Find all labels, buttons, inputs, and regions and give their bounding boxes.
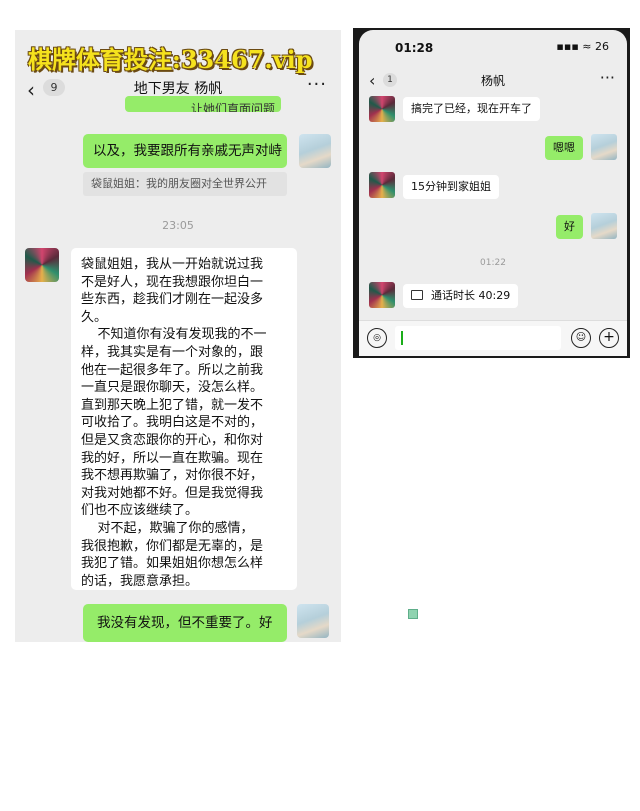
message-bubble-sent[interactable]: 好 [556, 215, 583, 239]
cut-off-message-bubble: 让她们直面问题 [125, 96, 281, 112]
voice-input-icon[interactable]: ◎ [367, 328, 387, 348]
message-bubble-sent[interactable]: 以及，我要跟所有亲戚无声对峙 [83, 134, 287, 168]
contact-avatar[interactable] [369, 282, 395, 308]
message-bubble-received[interactable]: 袋鼠姐姐，我从一开始就说过我 不是好人，现在我想跟你坦白一 些东西，趁我们才刚在… [71, 248, 297, 590]
contact-avatar[interactable] [25, 248, 59, 282]
my-avatar[interactable] [591, 213, 617, 239]
video-call-icon [411, 290, 423, 300]
contact-avatar[interactable] [369, 96, 395, 122]
status-bar-time: 01:28 [395, 41, 434, 55]
message-bubble-sent[interactable]: 嗯嗯 [545, 136, 583, 160]
status-bar-icons: ▪▪▪ ≈ 26 [556, 40, 609, 53]
message-bubble-received[interactable]: 搞完了已经，现在开车了 [403, 97, 540, 121]
message-input[interactable] [395, 326, 561, 350]
contact-avatar[interactable] [369, 172, 395, 198]
call-duration-text: 通话时长 40:29 [431, 289, 511, 302]
plus-icon[interactable]: + [599, 328, 619, 348]
more-options-icon[interactable]: ··· [307, 74, 327, 95]
watermark-overlay: 棋牌体育投注:33467.vip [28, 45, 313, 74]
chat-title: 地下男友 杨帆 [133, 81, 223, 97]
chat-title: 杨帆 [480, 74, 505, 88]
more-options-icon[interactable]: ··· [600, 68, 615, 87]
my-avatar[interactable] [591, 134, 617, 160]
message-text: 袋鼠姐姐，我从一开始就说过我 不是好人，现在我想跟你坦白一 些东西，趁我们才刚在… [81, 257, 267, 589]
small-image-icon [408, 609, 418, 619]
my-avatar[interactable] [299, 134, 331, 168]
message-bubble-received[interactable]: 15分钟到家姐姐 [403, 175, 499, 199]
phone-screen: 01:28 ▪▪▪ ≈ 26 ‹ 1 杨帆 ··· 搞完了已经，现在开车了 嗯嗯… [359, 30, 627, 356]
emoji-icon[interactable]: ☺ [571, 328, 591, 348]
message-timestamp: 01:22 [480, 258, 506, 268]
right-chat-screenshot: 01:28 ▪▪▪ ≈ 26 ‹ 1 杨帆 ··· 搞完了已经，现在开车了 嗯嗯… [353, 28, 630, 358]
left-chat-screenshot: ‹ 9 地下男友 杨帆 ··· 让她们直面问题 以及，我要跟所有亲戚无声对峙 袋… [15, 30, 341, 642]
text-cursor [401, 331, 403, 345]
input-bar: ◎ ☺ + [359, 320, 627, 356]
message-bubble-sent[interactable]: 我没有发现，但不重要了。好 [83, 604, 287, 642]
call-record-bubble[interactable]: 通话时长 40:29 [403, 284, 519, 308]
my-avatar[interactable] [297, 604, 329, 638]
message-timestamp: 23:05 [162, 219, 194, 232]
quoted-message[interactable]: 袋鼠姐姐：我的朋友圈对全世界公开 [83, 172, 287, 196]
